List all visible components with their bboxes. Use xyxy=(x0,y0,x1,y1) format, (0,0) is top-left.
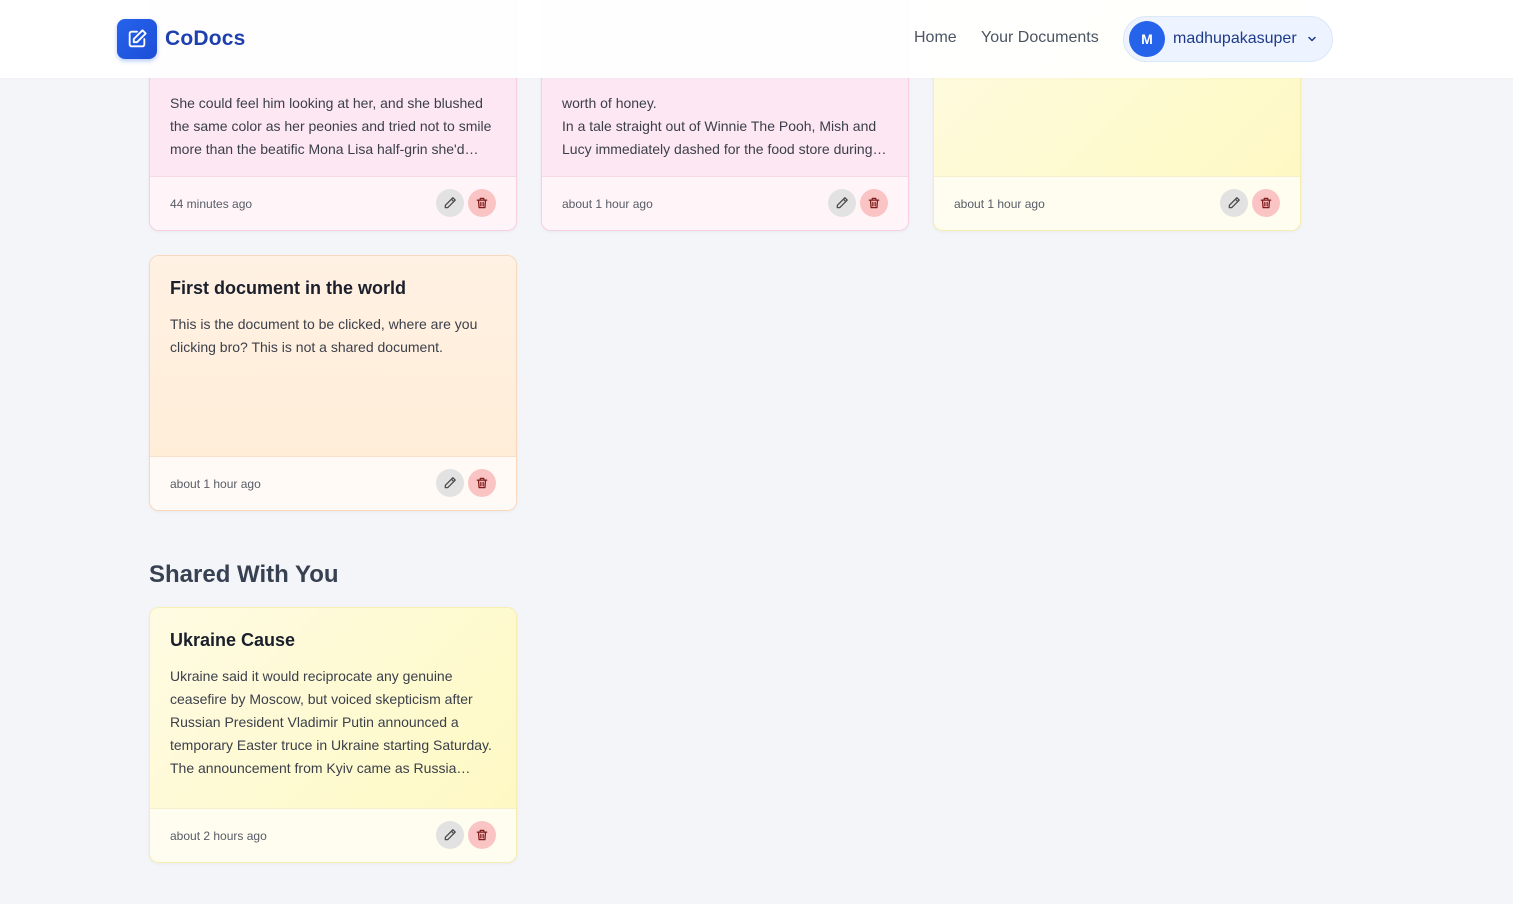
document-title: First document in the world xyxy=(170,278,407,298)
page: She could feel him looking at her, and s… xyxy=(0,0,1513,904)
document-timestamp: about 1 hour ago xyxy=(562,197,653,211)
delete-button[interactable] xyxy=(468,189,496,217)
nav-home-link[interactable]: Home xyxy=(914,29,957,47)
edit-button[interactable] xyxy=(828,189,856,217)
brand-logo-link[interactable]: CoDocs xyxy=(117,19,246,59)
document-card-body[interactable]: Ukraine Cause Ukraine said it would reci… xyxy=(150,608,516,810)
edit-button[interactable] xyxy=(436,189,464,217)
document-card[interactable]: First document in the world This is the … xyxy=(149,255,517,511)
trash-icon xyxy=(868,197,880,209)
nav-documents-link[interactable]: Your Documents xyxy=(981,29,1099,47)
chevron-down-icon xyxy=(1308,36,1316,42)
document-timestamp: 44 minutes ago xyxy=(170,197,253,211)
shared-document-card[interactable]: Ukraine Cause Ukraine said it would reci… xyxy=(149,607,517,863)
delete-button[interactable] xyxy=(1252,189,1280,217)
delete-button[interactable] xyxy=(468,469,496,497)
document-excerpt: Ukraine said it would reciprocate any ge… xyxy=(170,668,492,776)
document-excerpt: This is the document to be clicked, wher… xyxy=(170,316,478,355)
document-card-footer: about 2 hours ago xyxy=(150,808,516,862)
document-title: Ukraine Cause xyxy=(170,630,296,650)
trash-icon xyxy=(476,477,488,489)
user-name: madhupakasuper xyxy=(1173,30,1297,47)
document-card-footer: 44 minutes ago xyxy=(150,176,516,230)
pencil-icon xyxy=(1228,197,1240,209)
shared-section-title: Shared With You xyxy=(149,561,339,588)
trash-icon xyxy=(476,197,488,209)
trash-icon xyxy=(1260,197,1272,209)
brand-name: CoDocs xyxy=(165,27,246,50)
pencil-icon xyxy=(444,197,456,209)
document-excerpt: She could feel him looking at her, and s… xyxy=(170,95,492,157)
document-excerpt: worth of honey. In a tale straight out o… xyxy=(562,95,877,157)
document-timestamp: about 1 hour ago xyxy=(170,477,261,491)
avatar: M xyxy=(1129,21,1165,57)
edit-button[interactable] xyxy=(1220,189,1248,217)
delete-button[interactable] xyxy=(860,189,888,217)
document-card-footer: about 1 hour ago xyxy=(150,456,516,510)
document-timestamp: about 2 hours ago xyxy=(170,829,267,843)
document-card-footer: about 1 hour ago xyxy=(542,176,908,230)
document-timestamp: about 1 hour ago xyxy=(954,197,1045,211)
document-card-body[interactable]: First document in the world This is the … xyxy=(150,256,516,458)
trash-icon xyxy=(476,829,488,841)
document-card-footer: about 1 hour ago xyxy=(934,176,1300,230)
pencil-icon xyxy=(444,829,456,841)
user-menu-button[interactable]: M madhupakasuper xyxy=(1123,16,1333,62)
pencil-icon xyxy=(836,197,848,209)
edit-button[interactable] xyxy=(436,469,464,497)
delete-button[interactable] xyxy=(468,821,496,849)
edit-button[interactable] xyxy=(436,821,464,849)
edit-document-icon xyxy=(117,19,157,59)
top-navbar: CoDocs Home Your Documents M madhupakasu… xyxy=(0,0,1513,78)
pencil-icon xyxy=(444,477,456,489)
